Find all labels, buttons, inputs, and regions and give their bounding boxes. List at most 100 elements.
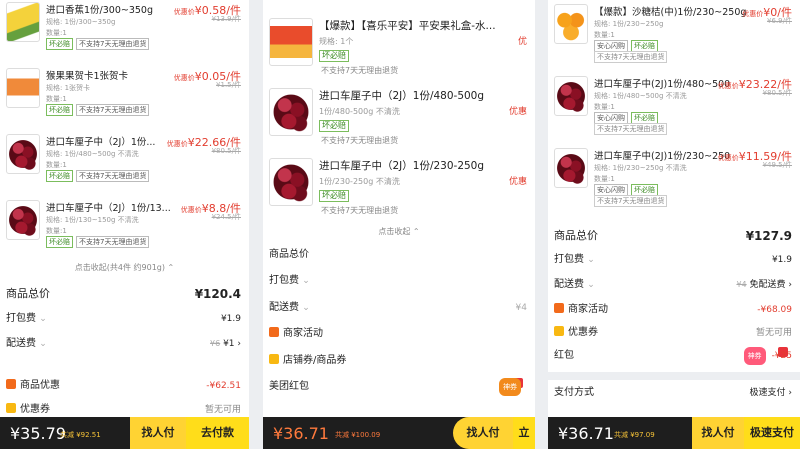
order-panel-middle: 【爆款】【喜乐平安】平安果礼盒-水... 规格: 1个 坏必赔 不支持7天无理由退货优… <box>263 0 535 449</box>
voucher-label: 店铺券/商品券 <box>283 355 347 366</box>
product-spec: 规格: 1份/300~350g <box>46 18 116 26</box>
discount-value: -¥62.51 <box>206 381 241 391</box>
chevron-down-icon: ⌄ <box>587 280 595 290</box>
ask-friend-pay-button[interactable]: 找人付 <box>692 417 744 449</box>
pay-button[interactable]: 立 <box>513 417 535 449</box>
list-item[interactable]: 进口车厘子中（2J）1份/230-250g 1份/230-250g 不清洗 坏必赔不… <box>267 156 535 218</box>
delivery-fee-label: 配送费 <box>554 279 584 290</box>
original-price: ¥13.9/件 <box>211 15 241 23</box>
delivery-fee-row[interactable]: 配送费 ⌄ ¥6 ¥1 › <box>6 335 241 353</box>
product-tags: 坏必赔 不支持7天无理由退货 <box>46 104 152 116</box>
ask-friend-pay-button[interactable]: 找人付 <box>453 417 513 449</box>
service-tag: 坏必赔 <box>319 50 349 62</box>
delivery-fee-row[interactable]: 配送费 ⌄ ¥4 <box>269 299 527 317</box>
coupon-icon <box>554 326 564 336</box>
product-title: 进口车厘子中（2J）1份/480-500g <box>319 90 485 102</box>
service-tag: 坏必赔 <box>46 38 73 50</box>
total-row: 商品总价 <box>269 246 527 264</box>
redpack-tag: 神券 <box>743 347 766 365</box>
product-qty: 数量:1 <box>46 29 67 37</box>
pay-button[interactable]: 去付款 <box>186 417 249 449</box>
redpack-label: 美团红包 <box>269 381 309 392</box>
coupon-value: 暂无可用 <box>755 328 792 338</box>
voucher-row[interactable]: 店铺券/商品券 <box>269 352 527 370</box>
pay-button[interactable]: 极速支付 <box>744 417 800 449</box>
list-item[interactable]: 【爆款】【喜乐平安】平安果礼盒-水... 规格: 1个 坏必赔 不支持7天无理由退货 优 <box>267 16 535 78</box>
activity-label: 商家活动 <box>568 304 608 315</box>
delivery-fee-row[interactable]: 配送费 ⌄ ¥4 免配送费 › <box>554 276 792 294</box>
no-return-note: 不支持7天无理由退货 <box>321 66 399 75</box>
no-return-note: 不支持7天无理由退货 <box>321 136 399 145</box>
price-label: 优惠价 <box>717 154 739 162</box>
service-tag: 坏必赔 <box>319 120 349 132</box>
total-row: 商品总价 ¥120.4 <box>6 285 241 303</box>
list-item[interactable]: 进口车厘子中（2J）1份/13... 规格: 1份/130~150g 不清洗 数量:… <box>4 198 249 260</box>
delivery-fee-value: ¥4 <box>515 303 527 313</box>
activity-row[interactable]: 商家活动 -¥68.09 <box>554 301 792 319</box>
collapse-toggle[interactable]: 点击收起 ⌃ <box>263 226 535 237</box>
chevron-down-icon: ⌄ <box>587 255 595 265</box>
list-item[interactable]: 进口香蕉1份/300~350g 规格: 1份/300~350g 数量:1 坏必赔 不支持… <box>4 0 249 62</box>
original-price: ¥1.5/件 <box>216 81 241 89</box>
pack-fee-label: 打包费 <box>6 313 36 324</box>
pack-fee-row[interactable]: 打包费 ⌄ ¥1.9 <box>6 310 241 328</box>
list-item[interactable]: 进口车厘子中（2J）1份/480-500g 1份/480-500g 不清洗 坏必赔不… <box>267 86 535 148</box>
coupon-row[interactable]: 优惠券 暂无可用 <box>554 324 792 342</box>
product-title: 进口车厘子中(2J)1份/480~500 <box>594 79 731 90</box>
coupon-label: 优惠券 <box>568 327 598 338</box>
discount-row[interactable]: 商品优惠 -¥62.51 <box>6 377 241 395</box>
list-item[interactable]: 进口车厘子中(2J)1份/230~250 规格: 1份/230~250g 不清洗数… <box>552 146 800 208</box>
product-title: 进口车厘子中(2J)1份/230~250 <box>594 151 731 162</box>
product-spec: 规格: 1份/480~500g 不清洗 <box>594 92 687 100</box>
product-image <box>554 148 588 188</box>
delivery-fee-label: 配送费 <box>269 302 299 313</box>
list-item[interactable]: 【爆款】沙糖桔(中)1份/230~250g 规格: 1份/230~250g 数量:1… <box>552 2 800 64</box>
product-spec: 规格: 1份/230~250g <box>594 20 664 28</box>
price-label: 优惠价 <box>173 8 195 16</box>
product-image <box>554 4 588 44</box>
price-label: 优惠价 <box>180 206 202 214</box>
pack-fee-label: 打包费 <box>269 275 299 286</box>
product-spec: 规格: 1份/130~150g 不清洗 <box>46 216 139 224</box>
pack-fee-row[interactable]: 打包费 ⌄ ¥1.9 <box>554 251 792 269</box>
product-image <box>269 88 313 136</box>
list-item[interactable]: 进口车厘子中(2J)1份/480~500 规格: 1份/480~500g 不清洗数… <box>552 74 800 136</box>
payment-method-row[interactable]: 支付方式 极速支付 › <box>554 384 792 402</box>
product-image <box>554 76 588 116</box>
redpack-row[interactable]: 红包 神券 -¥25 <box>554 347 792 365</box>
list-item[interactable]: 进口车厘子中（2J）1份... 规格: 1份/480~500g 不清洗 数量:1 坏必… <box>4 132 249 194</box>
product-image <box>269 158 313 206</box>
product-image <box>6 200 40 240</box>
product-qty: 数量:1 <box>46 95 67 103</box>
product-spec: 规格: 1张贺卡 <box>46 84 91 92</box>
activity-icon <box>554 303 564 313</box>
original-price: ¥80.5/件 <box>762 89 792 97</box>
saved-amount: 共减 ¥100.09 <box>335 431 381 439</box>
pack-fee-value: ¥1.9 <box>771 255 792 265</box>
service-tag: 坏必赔 <box>46 236 73 248</box>
pack-fee-row[interactable]: 打包费 ⌄ <box>269 272 527 290</box>
price-label: 优惠价 <box>166 140 188 148</box>
no-return-note: 不支持7天无理由退货 <box>594 51 668 63</box>
coupon-icon <box>6 403 16 413</box>
total-row: 商品总价 ¥127.9 <box>554 227 792 245</box>
product-title: 进口香蕉1份/300~350g <box>46 5 154 16</box>
ask-friend-pay-button[interactable]: 找人付 <box>130 417 186 449</box>
total-value: ¥127.9 <box>745 229 792 243</box>
activity-value: -¥68.09 <box>757 305 792 315</box>
list-item[interactable]: 猴果果贺卡1张贺卡 规格: 1张贺卡 数量:1 坏必赔 不支持7天无理由退货 优惠价¥0.… <box>4 66 249 128</box>
redpack-label: 红包 <box>554 350 574 361</box>
redpack-row[interactable]: 美团红包 神券 <box>269 378 527 396</box>
no-return-note: 不支持7天无理由退货 <box>594 195 668 207</box>
collapse-toggle[interactable]: 点击收起(共4件 约901g) ⌃ <box>0 262 249 273</box>
saved-amount: 共减 ¥97.09 <box>614 431 655 439</box>
original-price: ¥49.5/件 <box>762 161 792 169</box>
order-panel-right: 【爆款】沙糖桔(中)1份/230~250g 规格: 1份/230~250g 数量:1… <box>548 0 800 449</box>
delivery-fee-original: ¥4 <box>736 280 747 289</box>
delivery-fee-value: 免配送费 <box>749 280 786 290</box>
activity-row[interactable]: 商家活动 <box>269 325 527 343</box>
price-label: 优 <box>517 37 527 47</box>
service-tag: 不支持7天无理由退货 <box>76 38 150 50</box>
product-spec: 1份/230-250g 不清洗 <box>319 177 400 186</box>
activity-label: 商家活动 <box>283 328 323 339</box>
